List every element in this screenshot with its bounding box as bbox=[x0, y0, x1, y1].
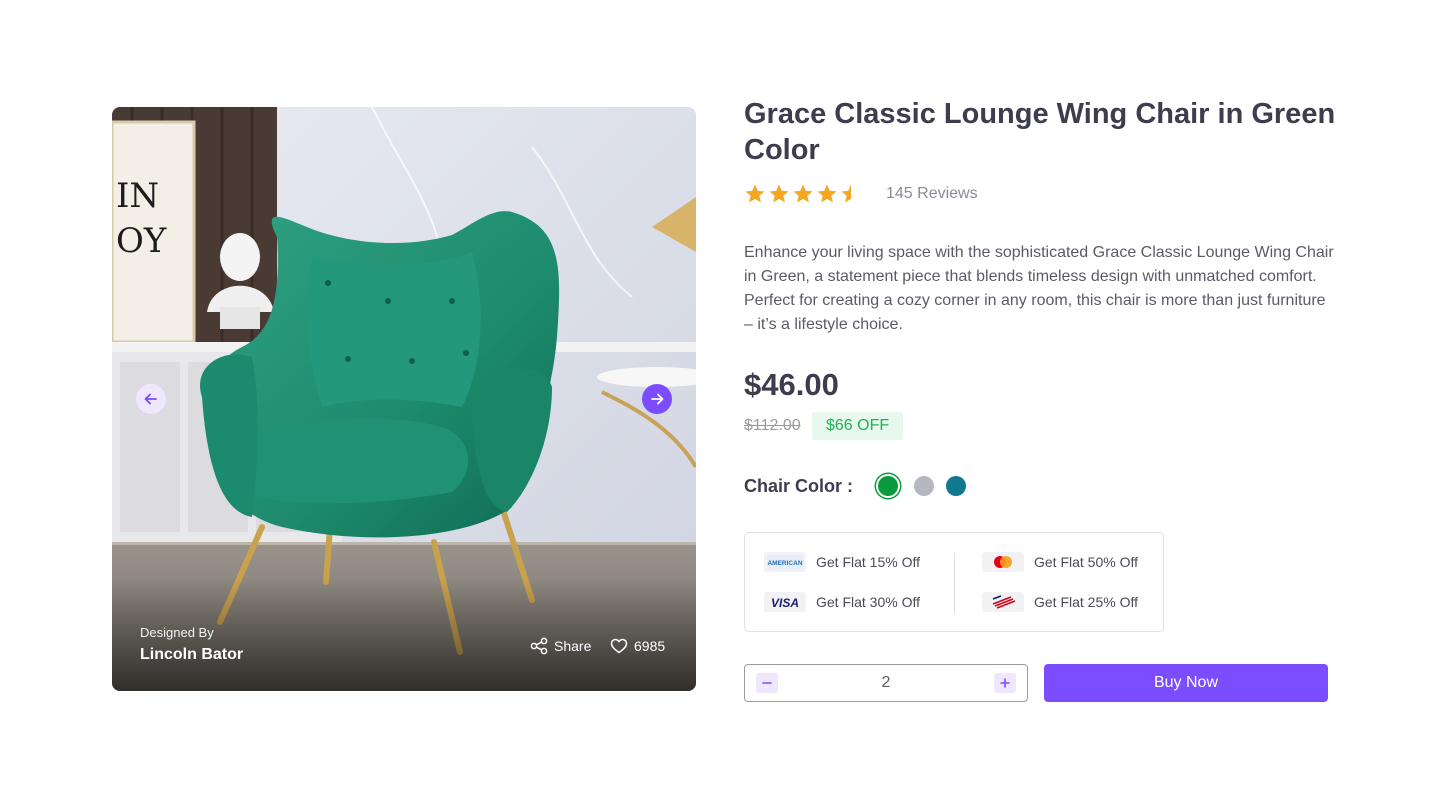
color-swatch-green[interactable] bbox=[878, 476, 898, 496]
offer-item: VISA Get Flat 30% Off bbox=[764, 592, 920, 612]
star-icon bbox=[817, 184, 837, 203]
offer-text: Get Flat 30% Off bbox=[816, 594, 921, 610]
next-image-button[interactable] bbox=[642, 384, 672, 414]
color-swatch-teal[interactable] bbox=[946, 476, 966, 496]
half-star-icon bbox=[841, 184, 851, 203]
share-button[interactable]: Share bbox=[530, 636, 591, 656]
offer-text: Get Flat 50% Off bbox=[1034, 554, 1139, 570]
share-label: Share bbox=[554, 638, 592, 654]
current-price: $46.00 bbox=[744, 367, 839, 402]
original-price: $112.00 bbox=[744, 417, 801, 434]
offer-text: Get Flat 25% Off bbox=[1034, 594, 1139, 610]
plus-icon bbox=[1000, 678, 1010, 688]
designer-caption: Designed By Lincoln Bator bbox=[140, 625, 243, 664]
american-express-icon: AMERICAN bbox=[764, 552, 806, 572]
mastercard-icon bbox=[982, 552, 1024, 572]
star-icon bbox=[769, 184, 789, 203]
quantity-stepper: 2 bbox=[744, 664, 1028, 702]
minus-icon bbox=[762, 682, 772, 684]
visa-icon: VISA bbox=[764, 592, 806, 612]
bank-offers: AMERICAN Get Flat 15% Off VISA Get Flat … bbox=[744, 532, 1164, 632]
rating: 145 Reviews bbox=[744, 183, 978, 205]
discount-badge: $66 OFF bbox=[812, 412, 904, 440]
product-photo: IN OY bbox=[112, 107, 696, 691]
svg-text:IN: IN bbox=[116, 176, 159, 216]
review-count[interactable]: 145 Reviews bbox=[886, 185, 978, 203]
color-label: Chair Color : bbox=[744, 476, 854, 496]
svg-text:OY: OY bbox=[116, 221, 167, 261]
arrow-right-icon bbox=[651, 393, 664, 405]
offer-item: AMERICAN Get Flat 15% Off bbox=[764, 552, 920, 572]
product-image-card: IN OY bbox=[112, 107, 696, 691]
like-button[interactable]: 6985 bbox=[610, 636, 665, 656]
previous-image-button[interactable] bbox=[136, 384, 166, 414]
share-icon bbox=[530, 637, 548, 655]
star-rating bbox=[744, 183, 862, 205]
increase-quantity-button[interactable] bbox=[994, 673, 1016, 693]
buy-now-button[interactable]: Buy Now bbox=[1044, 664, 1328, 702]
bank-of-america-icon bbox=[982, 592, 1024, 612]
svg-text:AMERICAN: AMERICAN bbox=[767, 560, 802, 567]
color-swatch-gray[interactable] bbox=[914, 476, 934, 496]
offer-text: Get Flat 15% Off bbox=[816, 554, 921, 570]
offer-item: Get Flat 25% Off bbox=[982, 592, 1138, 612]
offer-item: Get Flat 50% Off bbox=[982, 552, 1138, 572]
arrow-left-icon bbox=[144, 393, 157, 405]
offers-divider bbox=[954, 553, 955, 613]
designed-by-label: Designed By bbox=[140, 625, 214, 640]
svg-text:VISA: VISA bbox=[771, 596, 799, 609]
star-icon bbox=[793, 184, 813, 203]
like-count: 6985 bbox=[634, 638, 666, 654]
decrease-quantity-button[interactable] bbox=[756, 673, 778, 693]
quantity-value[interactable]: 2 bbox=[882, 674, 891, 692]
product-description: Enhance your living space with the sophi… bbox=[744, 244, 1334, 333]
heart-icon bbox=[610, 638, 628, 654]
star-icon bbox=[745, 184, 765, 203]
product-title: Grace Classic Lounge Wing Chair in Green… bbox=[744, 98, 1336, 166]
designer-name: Lincoln Bator bbox=[140, 646, 244, 663]
